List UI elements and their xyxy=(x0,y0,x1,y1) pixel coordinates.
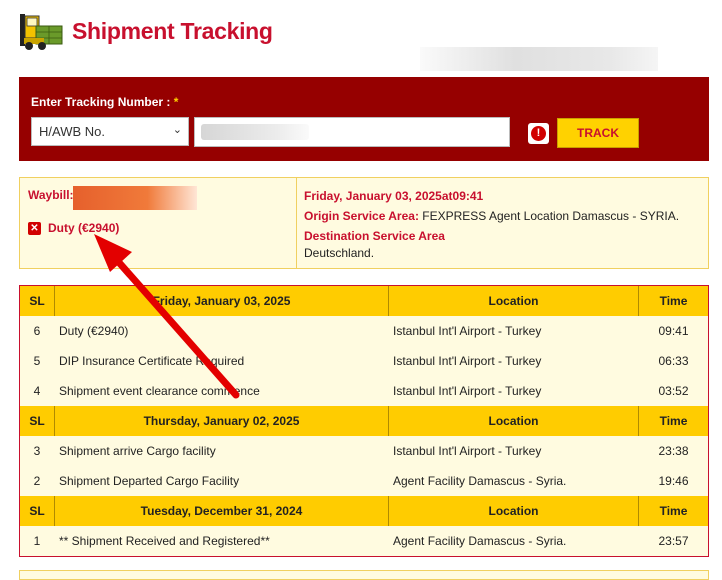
summary-divider xyxy=(296,178,297,268)
tracking-type-value: H/AWB No. xyxy=(39,124,105,139)
row-sl: 6 xyxy=(33,324,41,338)
table-row: 1 ** Shipment Received and Registered** … xyxy=(20,526,708,556)
row-time: 03:52 xyxy=(658,384,689,398)
info-button[interactable]: ! xyxy=(528,123,549,144)
row-event: ** Shipment Received and Registered** xyxy=(59,534,270,548)
row-event: Shipment event clearance commence xyxy=(59,384,260,398)
destination-value: Deutschland. xyxy=(304,246,375,260)
waybill-label: Waybill: xyxy=(28,188,74,202)
row-location: Istanbul Int'l Airport - Turkey xyxy=(393,354,542,368)
col-sl: SL xyxy=(20,406,55,436)
table-group-header: SL Friday, January 03, 2025 Location Tim… xyxy=(20,286,708,316)
col-time: Time xyxy=(659,294,688,308)
table-row: 6 Duty (€2940) Istanbul Int'l Airport - … xyxy=(20,316,708,346)
row-location: Istanbul Int'l Airport - Turkey xyxy=(393,324,542,338)
forklift-icon xyxy=(20,14,63,50)
destination-service-area: Destination Service Area xyxy=(304,229,445,243)
row-location: Agent Facility Damascus - Syria. xyxy=(393,474,567,488)
table-row: 2 Shipment Departed Cargo Facility Agent… xyxy=(20,466,708,496)
origin-service-area: Origin Service Area: FEXPRESS Agent Loca… xyxy=(304,209,679,223)
summary-date: Friday, January 03, 2025at09:41 xyxy=(304,189,484,203)
next-summary-box xyxy=(19,570,709,580)
row-sl: 2 xyxy=(33,474,41,488)
col-sl: SL xyxy=(20,496,55,526)
row-event: Duty (€2940) xyxy=(59,324,129,338)
row-time: 23:57 xyxy=(658,534,689,548)
row-event: Shipment Departed Cargo Facility xyxy=(59,474,240,488)
row-location: Istanbul Int'l Airport - Turkey xyxy=(393,384,542,398)
tracking-history-table: SL Friday, January 03, 2025 Location Tim… xyxy=(19,285,709,557)
col-location: Location xyxy=(389,286,639,316)
group-date: Friday, January 03, 2025 xyxy=(55,286,389,316)
tracking-number-input[interactable] xyxy=(194,117,510,147)
redacted-tracking-number xyxy=(201,124,309,140)
tracking-search-panel: Enter Tracking Number : * H/AWB No. ⌄ ! … xyxy=(19,77,709,161)
row-sl: 1 xyxy=(33,534,41,548)
table-row: 4 Shipment event clearance commence Ista… xyxy=(20,376,708,406)
table-row: 3 Shipment arrive Cargo facility Istanbu… xyxy=(20,436,708,466)
required-mark: * xyxy=(173,95,179,109)
tracking-number-label: Enter Tracking Number : * xyxy=(31,95,178,109)
redacted-destination xyxy=(420,47,658,71)
row-location: Istanbul Int'l Airport - Turkey xyxy=(393,444,542,458)
origin-value: FEXPRESS Agent Location Damascus - SYRIA… xyxy=(422,209,680,223)
error-icon: ✕ xyxy=(28,222,41,235)
row-event: Shipment arrive Cargo facility xyxy=(59,444,216,458)
row-time: 23:38 xyxy=(658,444,689,458)
row-sl: 3 xyxy=(33,444,41,458)
row-time: 06:33 xyxy=(658,354,689,368)
table-row: 5 DIP Insurance Certificate Required Ist… xyxy=(20,346,708,376)
table-group-header: SL Thursday, January 02, 2025 Location T… xyxy=(20,406,708,436)
page-header: Shipment Tracking xyxy=(18,8,418,52)
destination-label: Destination Service Area xyxy=(304,229,445,243)
page-title: Shipment Tracking xyxy=(72,18,273,44)
chevron-down-icon: ⌄ xyxy=(172,124,182,136)
tracking-label-text: Enter Tracking Number : xyxy=(31,95,171,109)
col-time: Time xyxy=(659,414,688,428)
row-event: DIP Insurance Certificate Required xyxy=(59,354,245,368)
group-date: Thursday, January 02, 2025 xyxy=(55,406,389,436)
table-group-header: SL Tuesday, December 31, 2024 Location T… xyxy=(20,496,708,526)
tracking-type-select[interactable]: H/AWB No. ⌄ xyxy=(31,117,189,146)
group-date: Tuesday, December 31, 2024 xyxy=(55,496,389,526)
col-location: Location xyxy=(389,406,639,436)
info-icon: ! xyxy=(531,126,546,141)
duty-text: Duty (€2940) xyxy=(48,221,120,235)
col-sl: SL xyxy=(20,286,55,316)
row-sl: 4 xyxy=(33,384,41,398)
shipment-summary: Waybill: ✕ Duty (€2940) Friday, January … xyxy=(19,177,709,269)
track-button[interactable]: TRACK xyxy=(557,118,639,148)
origin-label: Origin Service Area: xyxy=(304,209,419,223)
row-time: 09:41 xyxy=(658,324,689,338)
col-location: Location xyxy=(389,496,639,526)
col-time: Time xyxy=(659,504,688,518)
row-time: 19:46 xyxy=(658,474,689,488)
row-sl: 5 xyxy=(33,354,41,368)
redacted-waybill-number xyxy=(73,186,197,210)
row-location: Agent Facility Damascus - Syria. xyxy=(393,534,567,548)
